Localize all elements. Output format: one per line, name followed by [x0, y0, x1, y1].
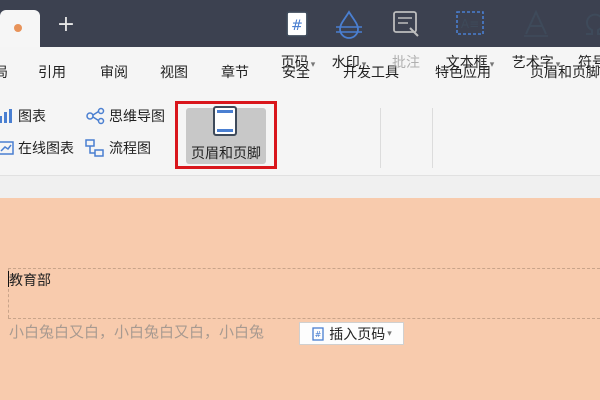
svg-text:A≡: A≡	[461, 17, 479, 31]
text-cursor	[8, 271, 9, 287]
header-footer-icon	[213, 106, 237, 136]
svg-text:#: #	[291, 18, 303, 34]
flowchart-label: 流程图	[109, 141, 151, 157]
document-page[interactable]	[0, 198, 600, 400]
ribbon-separator	[380, 108, 381, 168]
text-box-label: 文本框	[445, 55, 488, 71]
mind-map-icon	[86, 107, 105, 125]
chart-label: 图表	[18, 109, 46, 125]
header-boundary-line	[8, 268, 600, 269]
ribbon-document-gap	[0, 176, 600, 198]
word-art-button[interactable]: 艺术字 ▾	[505, 8, 567, 71]
page-number-dropdown-icon[interactable]: ▾	[311, 60, 316, 70]
symbol-icon	[586, 13, 600, 35]
menu-view[interactable]: 视图	[160, 62, 188, 82]
word-art-icon	[524, 9, 548, 37]
header-text[interactable]: 教育部	[9, 270, 51, 290]
online-chart-label: 在线图表	[18, 141, 74, 157]
text-box-button[interactable]: A≡ 文本框 ▾	[440, 8, 500, 71]
symbol-button[interactable]: 符号	[574, 8, 600, 71]
page-number-button[interactable]: # 页码 ▾	[278, 8, 318, 71]
comment-button[interactable]: 批注	[386, 8, 426, 71]
watermark-button[interactable]: 水印 ▾	[326, 8, 372, 71]
new-tab-button[interactable]: +	[54, 13, 78, 37]
menu-insert[interactable]: 局	[0, 62, 8, 82]
online-chart-icon	[0, 141, 14, 155]
watermark-label: 水印	[331, 55, 360, 71]
symbol-label: 符号	[578, 55, 600, 71]
word-art-dropdown-icon[interactable]: ▾	[556, 60, 561, 70]
mind-map-label: 思维导图	[109, 109, 165, 125]
page-number-icon: #	[286, 11, 308, 37]
header-bottom-boundary-line	[8, 318, 600, 319]
flowchart-icon	[85, 139, 104, 157]
online-chart-button[interactable]: 在线图表	[0, 138, 74, 158]
text-box-icon: A≡	[456, 11, 484, 35]
body-text[interactable]: 小白兔白又白，小白兔白又白，小白兔	[9, 321, 264, 342]
header-footer-label: 页眉和页脚	[191, 146, 261, 162]
unsaved-dot-icon	[14, 24, 22, 32]
text-box-dropdown-icon[interactable]: ▾	[490, 60, 495, 70]
mind-map-button[interactable]: 思维导图	[85, 106, 165, 126]
comment-icon	[393, 11, 419, 37]
document-tab[interactable]	[0, 10, 40, 47]
word-art-label: 艺术字	[511, 55, 554, 71]
ribbon-separator-2	[432, 108, 433, 168]
menu-references[interactable]: 引用	[38, 62, 66, 82]
flowchart-button[interactable]: 流程图	[85, 138, 151, 158]
page-number-label: 页码	[280, 55, 309, 71]
comment-label: 批注	[392, 55, 420, 71]
insert-page-number-dropdown-icon[interactable]: ▾	[387, 329, 392, 339]
menu-section[interactable]: 章节	[221, 62, 249, 82]
chart-icon	[0, 109, 12, 123]
menu-review[interactable]: 审阅	[100, 62, 128, 82]
svg-text:#: #	[315, 330, 322, 339]
watermark-dropdown-icon[interactable]: ▾	[362, 60, 367, 70]
chart-button[interactable]: 图表	[0, 106, 46, 126]
watermark-icon	[336, 10, 362, 39]
insert-page-number-icon: #	[312, 326, 324, 341]
insert-page-number-button[interactable]: # 插入页码 ▾	[299, 322, 404, 345]
insert-page-number-label: 插入页码	[329, 326, 386, 343]
